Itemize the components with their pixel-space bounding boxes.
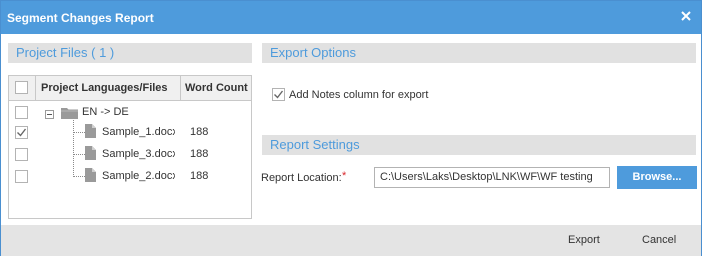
select-all-checkbox[interactable] — [15, 81, 28, 94]
file-name: Sample_2.docx — [102, 170, 175, 182]
report-location-label: Report Location: — [261, 172, 342, 184]
project-files-header: Project Files ( 1 ) — [8, 43, 252, 63]
tree-connector — [73, 132, 85, 133]
document-icon — [85, 168, 96, 185]
tree-connector — [73, 120, 74, 177]
file-checkbox[interactable] — [15, 170, 28, 183]
file-name: Sample_3.docx — [102, 148, 175, 160]
file-checkbox[interactable] — [15, 148, 28, 161]
column-header-files[interactable]: Project Languages/Files — [41, 76, 168, 100]
word-count: 188 — [190, 170, 209, 182]
report-settings-header: Report Settings — [262, 135, 696, 155]
column-header-word-count[interactable]: Word Count — [185, 76, 248, 100]
language-pair-label[interactable]: EN -> DE — [82, 106, 129, 118]
tree-connector — [73, 176, 85, 177]
project-files-grid: Project Languages/Files Word Count EN ->… — [8, 75, 252, 219]
add-notes-checkbox[interactable] — [272, 88, 285, 101]
tree-connector — [73, 154, 85, 155]
dialog-footer: Export Cancel — [1, 225, 701, 256]
close-icon[interactable] — [679, 9, 693, 23]
language-pair-checkbox[interactable] — [15, 106, 28, 119]
required-marker: * — [342, 170, 347, 182]
file-name: Sample_1.docx — [102, 126, 175, 138]
dialog-title: Segment Changes Report — [7, 11, 154, 25]
file-checkbox[interactable] — [15, 126, 28, 139]
column-separator — [180, 76, 181, 100]
document-icon — [85, 146, 96, 163]
export-button[interactable]: Export — [568, 234, 600, 246]
word-count: 188 — [190, 126, 209, 138]
report-location-input[interactable]: C:\Users\Laks\Desktop\LNK\WF\WF testing — [374, 167, 610, 188]
add-notes-label[interactable]: Add Notes column for export — [289, 89, 428, 101]
document-icon — [85, 124, 96, 141]
column-separator — [35, 76, 36, 100]
segment-changes-report-dialog: Segment Changes Report Project Files ( 1… — [0, 0, 702, 256]
dialog-titlebar: Segment Changes Report — [1, 1, 701, 34]
grid-header: Project Languages/Files Word Count — [9, 76, 251, 101]
cancel-button[interactable]: Cancel — [642, 234, 676, 246]
folder-icon — [61, 107, 78, 122]
browse-button[interactable]: Browse... — [617, 166, 697, 189]
word-count: 188 — [190, 148, 209, 160]
collapse-toggle-icon[interactable] — [45, 110, 54, 119]
export-options-header: Export Options — [262, 43, 696, 63]
